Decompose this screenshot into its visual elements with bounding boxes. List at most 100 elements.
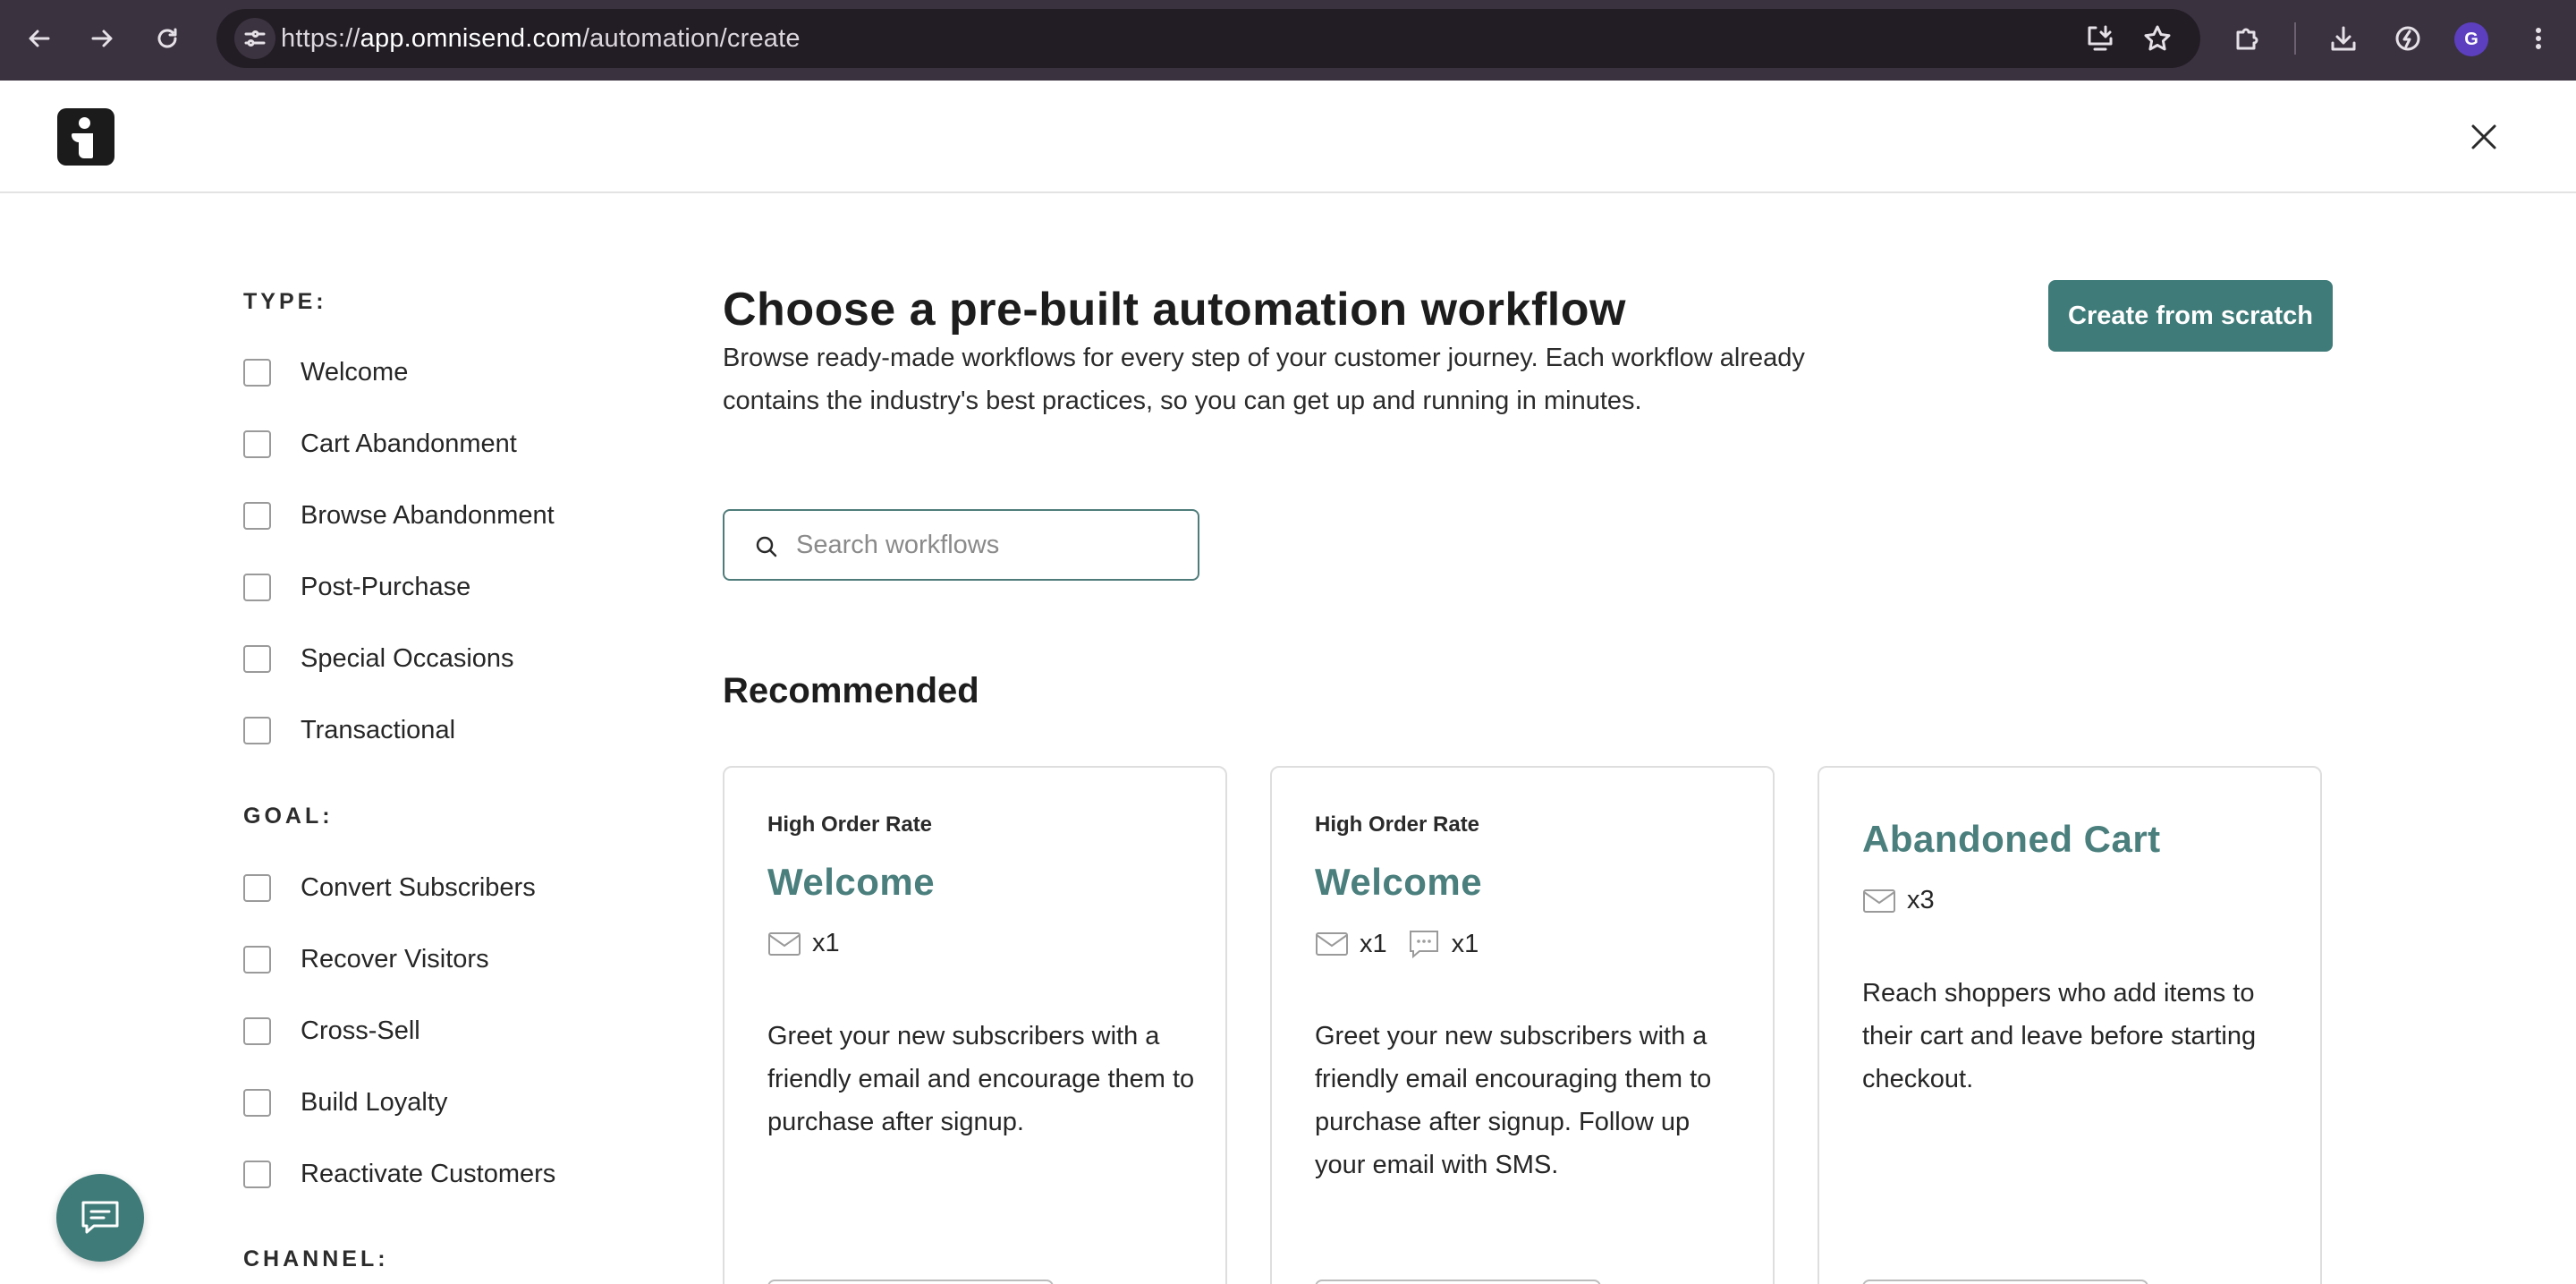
- search-placeholder: Search workflows: [796, 531, 1000, 559]
- card-description: Greet your new subscribers with a friend…: [767, 1022, 1195, 1136]
- filter-label: Build Loyalty: [301, 1087, 448, 1117]
- checkbox[interactable]: [243, 1088, 271, 1117]
- url-path: /automation/create: [581, 24, 801, 53]
- star-icon: [2144, 25, 2171, 51]
- checkbox[interactable]: [243, 573, 271, 601]
- recommended-heading: Recommended: [723, 671, 979, 710]
- card-tag: High Order Rate: [767, 812, 933, 837]
- email-channel: x1: [767, 929, 840, 958]
- filter-label: Post-Purchase: [301, 572, 471, 601]
- speed-icon: [2395, 26, 2420, 51]
- page-title: Choose a pre-built automation workflow: [723, 284, 1626, 336]
- chat-launcher-button[interactable]: [56, 1174, 144, 1262]
- logo-dot: [79, 117, 90, 129]
- card-description: Greet your new subscribers with a friend…: [1315, 1022, 1712, 1179]
- chat-icon: [81, 1201, 119, 1234]
- filter-type-transactional[interactable]: Transactional: [243, 708, 455, 753]
- filter-label: Transactional: [301, 715, 456, 744]
- card-channels: x1: [767, 929, 860, 958]
- extensions-button[interactable]: [2227, 18, 2268, 59]
- filter-type-browse-abandonment[interactable]: Browse Abandonment: [243, 493, 555, 538]
- filter-label: Cart Abandonment: [301, 429, 517, 458]
- performance-button[interactable]: [2387, 18, 2428, 59]
- checkbox[interactable]: [243, 873, 271, 902]
- app-header: [0, 81, 2576, 193]
- page-description: Browse ready-made workflows for every st…: [723, 344, 1805, 415]
- filter-label: Cross-Sell: [301, 1016, 420, 1045]
- email-count: x1: [1360, 929, 1387, 958]
- email-channel: x3: [1862, 886, 1935, 915]
- profile-avatar[interactable]: G: [2454, 22, 2488, 56]
- checkbox[interactable]: [243, 501, 271, 530]
- sms-channel: x1: [1407, 929, 1479, 959]
- checkbox[interactable]: [243, 1160, 271, 1188]
- email-icon: [768, 931, 801, 956]
- filter-goal-cross-sell[interactable]: Cross-Sell: [243, 1008, 420, 1053]
- site-info-button[interactable]: [234, 18, 275, 59]
- filter-goal-recover-visitors[interactable]: Recover Visitors: [243, 937, 489, 982]
- email-icon: [1863, 889, 1895, 913]
- workflow-card-abandoned-cart[interactable]: Abandoned Cart x3 Reach shoppers who add…: [1818, 766, 2322, 1284]
- install-app-button[interactable]: [2080, 18, 2121, 59]
- url-host: app.omnisend.com: [360, 24, 582, 53]
- bookmark-button[interactable]: [2137, 18, 2178, 59]
- checkbox[interactable]: [243, 945, 271, 974]
- filter-label: Browse Abandonment: [301, 500, 555, 530]
- email-channel: x1: [1315, 930, 1387, 959]
- card-action-button[interactable]: [767, 1280, 1054, 1284]
- reload-icon: [157, 28, 177, 48]
- card-action-button[interactable]: [1315, 1280, 1601, 1284]
- checkbox[interactable]: [243, 716, 271, 744]
- filter-type-welcome[interactable]: Welcome: [243, 350, 408, 395]
- close-button[interactable]: [2463, 116, 2504, 157]
- card-description: Reach shoppers who add items to their ca…: [1862, 979, 2257, 1093]
- card-title: Welcome: [767, 861, 936, 903]
- sms-icon: [1409, 931, 1438, 959]
- install-app-icon: [2088, 25, 2113, 51]
- checkbox[interactable]: [243, 644, 271, 673]
- checkbox[interactable]: [243, 1016, 271, 1045]
- url-prefix: https://: [281, 24, 360, 53]
- card-action-button[interactable]: [1862, 1280, 2148, 1284]
- card-channels: x1 x1: [1315, 929, 1498, 959]
- reload-button[interactable]: [147, 18, 188, 59]
- email-count: x3: [1907, 886, 1935, 914]
- address-bar[interactable]: https://app.omnisend.com/automation/crea…: [216, 9, 2200, 68]
- filter-type-cart-abandonment[interactable]: Cart Abandonment: [243, 421, 517, 466]
- browser-toolbar: https://app.omnisend.com/automation/crea…: [0, 0, 2576, 81]
- omnisend-logo[interactable]: [57, 108, 114, 166]
- card-title: Welcome: [1315, 861, 1483, 903]
- forward-button[interactable]: [81, 18, 123, 59]
- filter-label: Welcome: [301, 357, 409, 387]
- card-channels: x3: [1862, 886, 1954, 915]
- close-icon: [2471, 124, 2496, 149]
- tune-icon: [244, 30, 266, 47]
- forward-arrow-icon: [91, 30, 113, 47]
- filter-type-post-purchase[interactable]: Post-Purchase: [243, 565, 470, 609]
- workflow-card-welcome-email[interactable]: High Order Rate Welcome x1 Greet your ne…: [723, 766, 1227, 1284]
- card-tag: High Order Rate: [1315, 812, 1480, 837]
- filter-label: Recover Visitors: [301, 944, 489, 974]
- back-arrow-icon: [29, 30, 50, 47]
- email-count: x1: [812, 929, 840, 957]
- search-input[interactable]: Search workflows: [723, 509, 1199, 581]
- checkbox[interactable]: [243, 358, 271, 387]
- toolbar-separator: [2294, 22, 2296, 55]
- filter-goal-reactivate-customers[interactable]: Reactivate Customers: [243, 1152, 555, 1196]
- create-from-scratch-button[interactable]: Create from scratch: [2048, 280, 2333, 352]
- filter-type-special-occasions[interactable]: Special Occasions: [243, 636, 514, 681]
- checkbox[interactable]: [243, 429, 271, 458]
- filter-label: Convert Subscribers: [301, 872, 536, 902]
- type-section-title: TYPE:: [243, 289, 327, 314]
- workflow-card-welcome-email-sms[interactable]: High Order Rate Welcome x1 x1 Greet your…: [1270, 766, 1775, 1284]
- back-button[interactable]: [19, 18, 60, 59]
- goal-section-title: GOAL:: [243, 804, 334, 829]
- filter-goal-build-loyalty[interactable]: Build Loyalty: [243, 1080, 447, 1125]
- puzzle-icon: [2236, 28, 2258, 50]
- card-title: Abandoned Cart: [1862, 818, 2161, 860]
- filter-goal-convert-subscribers[interactable]: Convert Subscribers: [243, 865, 536, 910]
- browser-menu-button[interactable]: [2518, 18, 2559, 59]
- search-icon: [751, 531, 782, 562]
- url-text[interactable]: https://app.omnisend.com/automation/crea…: [281, 9, 801, 68]
- downloads-button[interactable]: [2323, 18, 2364, 59]
